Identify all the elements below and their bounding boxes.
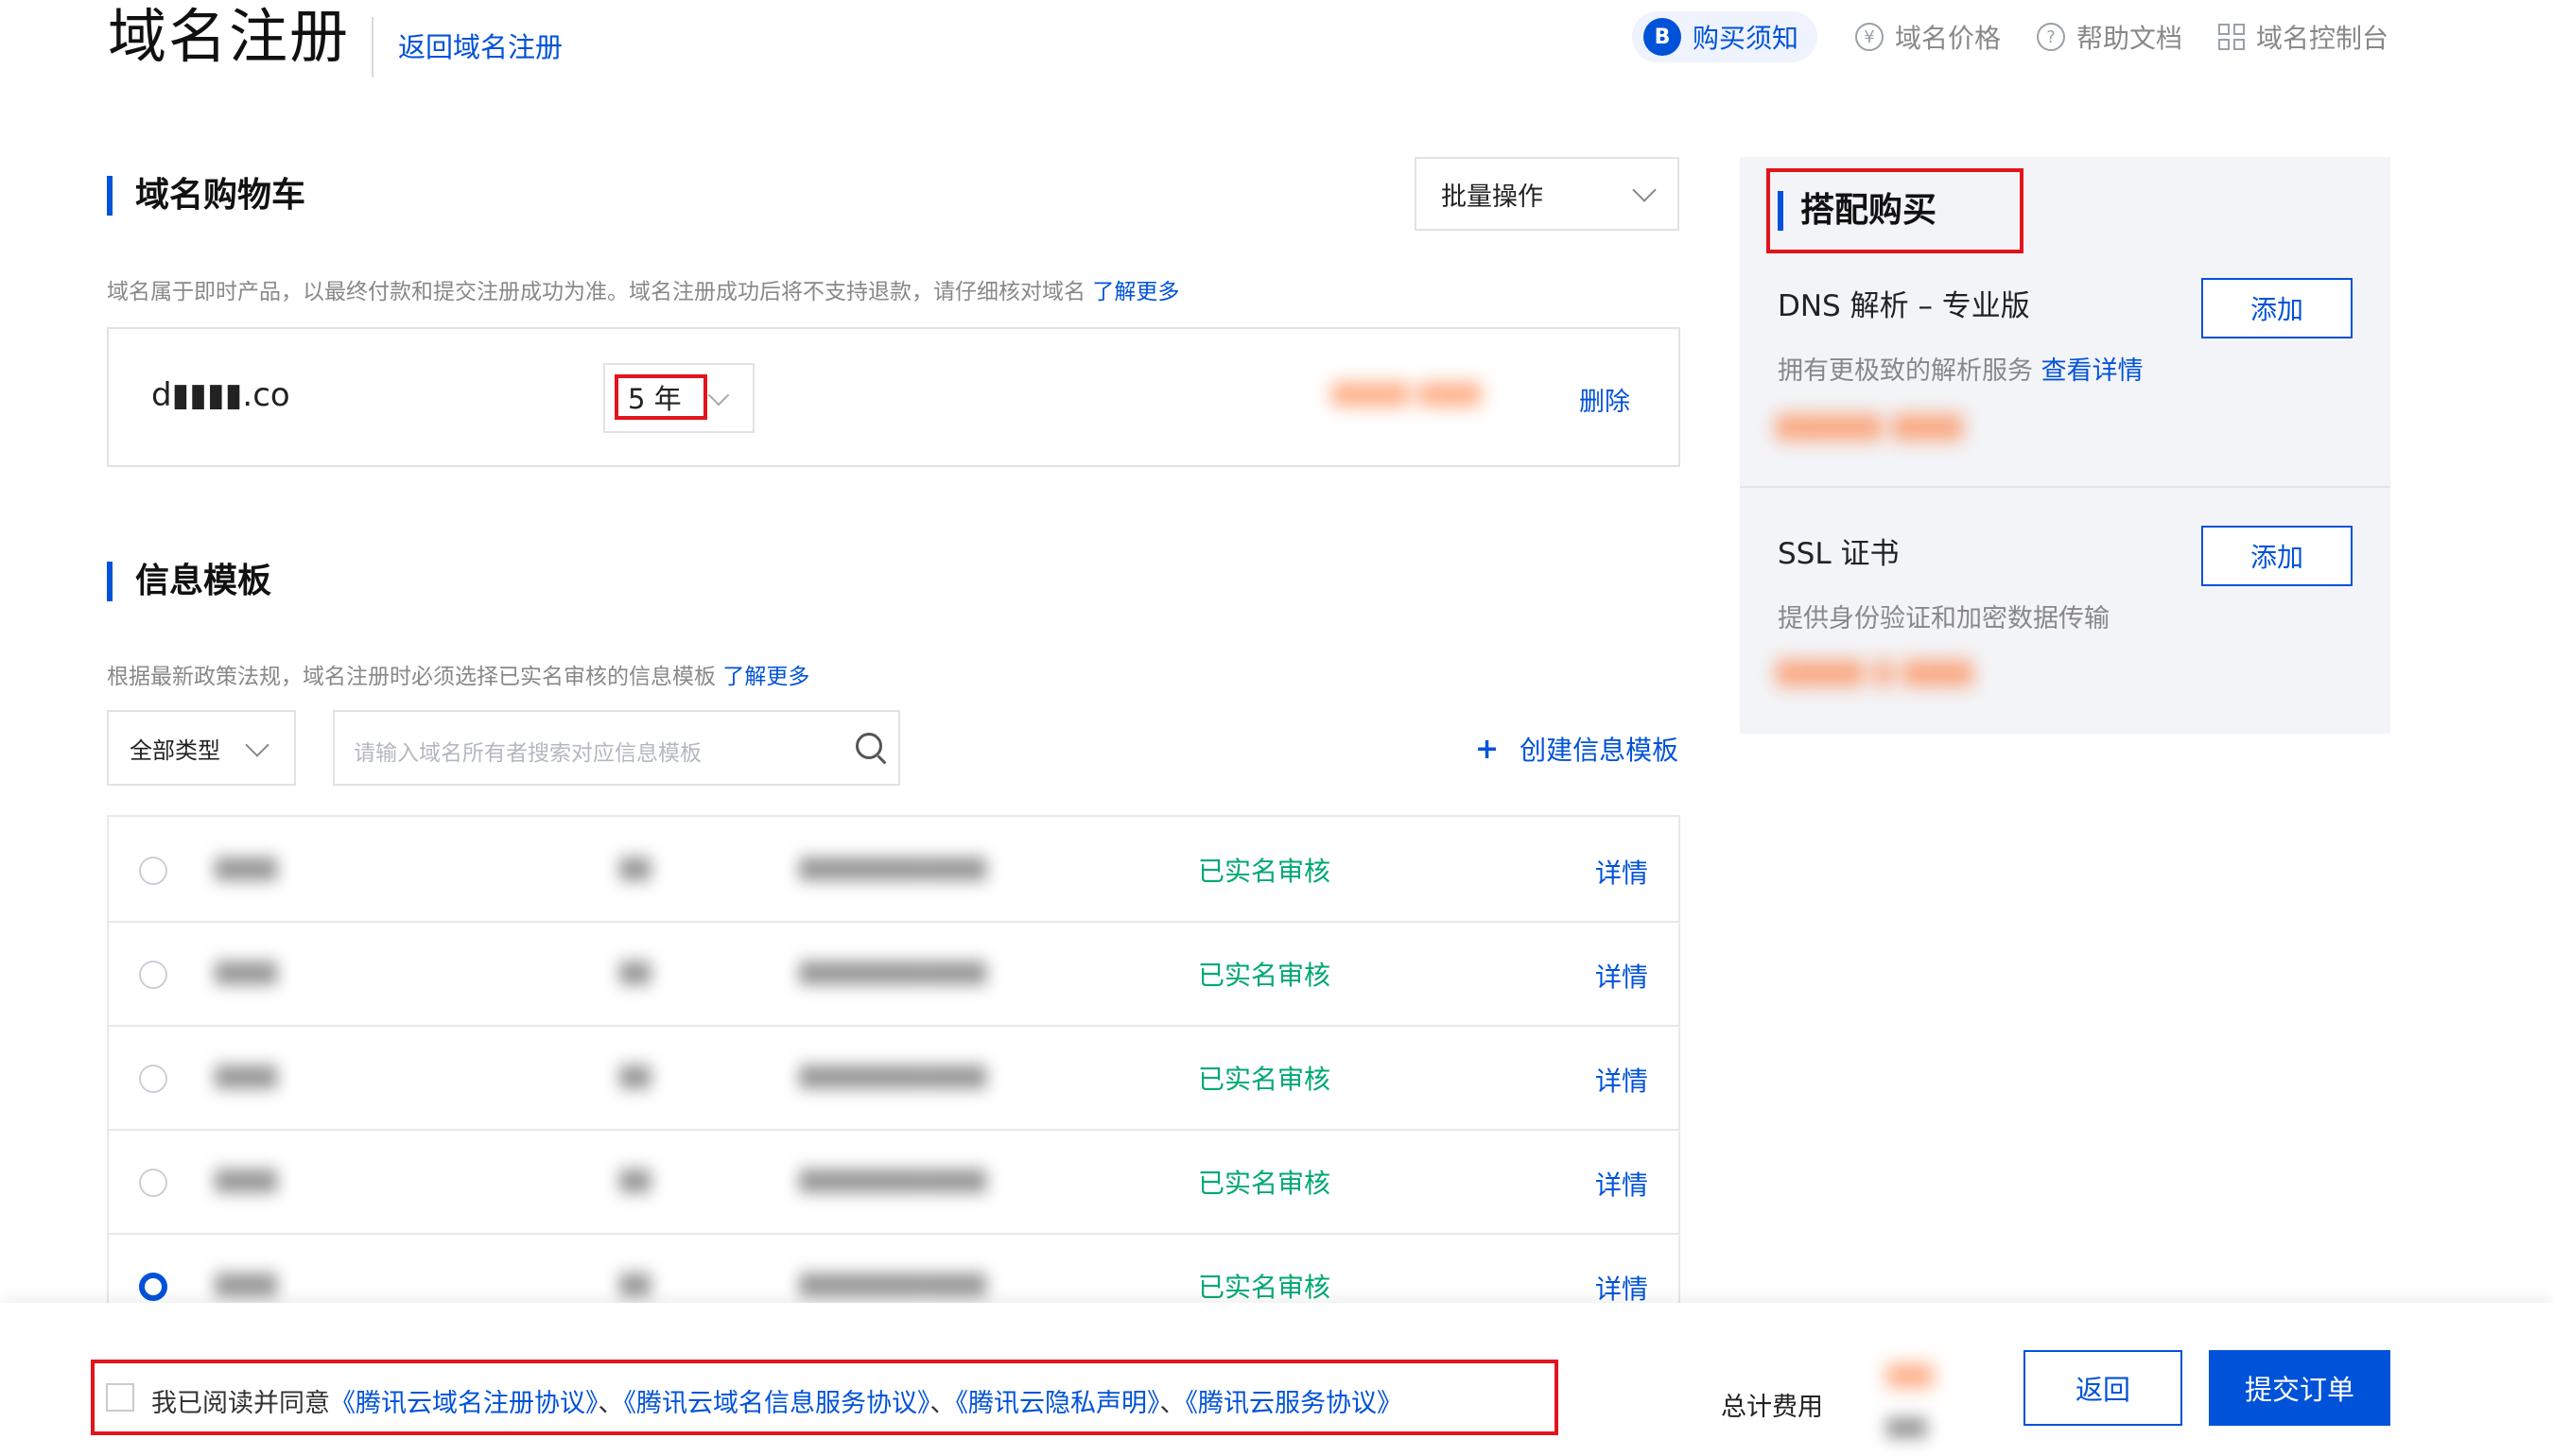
- cart-learn-more-link[interactable]: 了解更多: [1092, 280, 1179, 304]
- table-row[interactable]: ▮▮▮▮ ▮▮ ▮▮▮▮▮▮▮▮▮▮▮▮ 已实名审核 详情: [109, 1025, 1678, 1131]
- yuan-icon: ¥: [1855, 23, 1884, 51]
- table-row[interactable]: ▮▮▮▮ ▮▮ ▮▮▮▮▮▮▮▮▮▮▮▮ 已实名审核 详情: [109, 921, 1678, 1027]
- batch-operation-label: 批量操作: [1441, 182, 1543, 212]
- template-notice: 根据最新政策法规，域名注册时必须选择已实名审核的信息模板 了解更多: [107, 658, 809, 690]
- row-owner-name: ▮▮▮▮: [215, 1163, 278, 1196]
- agreement-link-privacy[interactable]: 《腾讯云隐私声明》: [956, 1389, 1160, 1418]
- return-button[interactable]: 返回: [2023, 1350, 2182, 1426]
- row-detail-link[interactable]: 详情: [1595, 957, 1648, 995]
- total-cost-subvalue: ▮▮▮: [1886, 1413, 1927, 1441]
- dns-product-desc-text: 拥有更极致的解析服务: [1778, 356, 2033, 386]
- template-table: ▮▮▮▮ ▮▮ ▮▮▮▮▮▮▮▮▮▮▮▮ 已实名审核 详情 ▮▮▮▮ ▮▮ ▮▮…: [107, 815, 1680, 1307]
- row-detail-link[interactable]: 详情: [1595, 1269, 1648, 1307]
- cart-section-title: 域名购物车: [107, 176, 305, 216]
- table-row[interactable]: ▮▮▮▮ ▮▮ ▮▮▮▮▮▮▮▮▮▮▮▮ 已实名审核 详情: [109, 1129, 1678, 1235]
- delete-button[interactable]: 删除: [1579, 381, 1630, 418]
- cart-notice: 域名属于即时产品，以最终付款和提交注册成功为准。域名注册成功后将不支持退款，请仔…: [107, 273, 1179, 305]
- row-detail-link[interactable]: 详情: [1595, 853, 1648, 891]
- row-email: ▮▮▮▮▮▮▮▮▮▮▮▮: [799, 1267, 987, 1300]
- template-search-placeholder: 请输入域名所有者搜索对应信息模板: [354, 741, 702, 766]
- row-status: 已实名审核: [1198, 960, 1331, 991]
- grid-icon: [2218, 24, 2245, 50]
- chevron-down-icon: [245, 733, 269, 757]
- row-detail-link[interactable]: 详情: [1595, 1165, 1648, 1203]
- back-to-registration-link[interactable]: 返回域名注册: [372, 17, 563, 78]
- total-cost-label: 总计费用: [1721, 1393, 1823, 1422]
- row-email: ▮▮▮▮▮▮▮▮▮▮▮▮: [799, 955, 987, 988]
- nav-purchase-notice[interactable]: B 购买须知: [1632, 11, 1817, 62]
- row-owner-type: ▮▮: [619, 1163, 651, 1196]
- agreement-prefix: 我已阅读并同意: [151, 1389, 330, 1418]
- nav-domain-price[interactable]: ¥ 域名价格: [1855, 11, 2001, 62]
- help-icon: ?: [2037, 23, 2065, 51]
- nav-help-docs-label: 帮助文档: [2076, 23, 2183, 54]
- row-owner-type: ▮▮: [619, 1059, 651, 1092]
- table-row[interactable]: ▮▮▮▮ ▮▮ ▮▮▮▮▮▮▮▮▮▮▮▮ 已实名审核 详情: [109, 817, 1678, 923]
- row-owner-name: ▮▮▮▮: [215, 1059, 278, 1092]
- type-filter-label: 全部类型: [130, 737, 220, 764]
- row-radio[interactable]: [139, 961, 167, 989]
- row-owner-name: ▮▮▮▮: [215, 1267, 278, 1300]
- bundle-divider: [1740, 486, 2390, 488]
- row-radio[interactable]: [139, 1065, 167, 1093]
- agreement-separator: 、: [1159, 1389, 1186, 1418]
- create-template-button[interactable]: + 创建信息模板: [1475, 730, 1678, 768]
- page-title: 域名注册: [108, 2, 351, 71]
- chevron-down-icon: [1632, 178, 1657, 202]
- row-radio-selected[interactable]: [139, 1273, 167, 1301]
- row-owner-name: ▮▮▮▮: [215, 851, 278, 884]
- bundle-title: 搭配购买: [1778, 191, 1936, 231]
- nav-domain-console-label: 域名控制台: [2256, 23, 2389, 54]
- create-template-label: 创建信息模板: [1520, 735, 1679, 766]
- agreement-checkbox[interactable]: [106, 1383, 134, 1412]
- ssl-product-price: ▮▮▮▮▮ ▮ ▮▮▮▮: [1776, 652, 1973, 690]
- row-status: 已实名审核: [1198, 1064, 1331, 1095]
- cart-item-price: ▮▮▮▮▮ ▮▮▮▮: [1331, 376, 1482, 409]
- row-radio[interactable]: [139, 857, 167, 885]
- batch-operation-select[interactable]: 批量操作: [1415, 157, 1679, 231]
- agreement-separator: 、: [598, 1389, 624, 1418]
- ssl-product-name: SSL 证书: [1778, 537, 1900, 571]
- dns-product-name: DNS 解析 – 专业版: [1778, 289, 2030, 323]
- total-cost-value: ▮▮▮: [1886, 1358, 1934, 1391]
- nav-domain-console[interactable]: 域名控制台: [2218, 11, 2388, 62]
- agreement-link-service[interactable]: 《腾讯云服务协议》: [1186, 1389, 1403, 1418]
- type-filter-select[interactable]: 全部类型: [107, 710, 296, 786]
- row-email: ▮▮▮▮▮▮▮▮▮▮▮▮: [799, 1163, 987, 1196]
- cart-domain-name: d▮▮▮▮.co: [151, 376, 290, 414]
- search-icon[interactable]: [856, 733, 882, 759]
- agreement-separator: 、: [929, 1389, 956, 1418]
- dns-view-details-link[interactable]: 查看详情: [2041, 356, 2144, 386]
- agreement-text: 我已阅读并同意《腾讯云域名注册协议》、《腾讯云域名信息服务协议》、《腾讯云隐私声…: [151, 1382, 1402, 1419]
- nav-help-docs[interactable]: ? 帮助文档: [2037, 11, 2182, 62]
- nav-purchase-notice-label: 购买须知: [1693, 23, 1799, 54]
- row-status: 已实名审核: [1198, 1272, 1331, 1303]
- template-notice-text: 根据最新政策法规，域名注册时必须选择已实名审核的信息模板: [107, 665, 716, 689]
- row-detail-link[interactable]: 详情: [1595, 1061, 1648, 1099]
- row-owner-type: ▮▮: [619, 1267, 651, 1300]
- year-select-value[interactable]: 5 年: [615, 374, 707, 420]
- dns-product-price: ▮▮▮▮▮▮ ▮▮▮▮: [1776, 407, 1963, 444]
- plus-icon: +: [1475, 732, 1500, 766]
- row-email: ▮▮▮▮▮▮▮▮▮▮▮▮: [799, 851, 987, 884]
- notice-icon: B: [1643, 18, 1681, 56]
- ssl-product-desc: 提供身份验证和加密数据传输: [1778, 604, 2110, 633]
- add-dns-button[interactable]: 添加: [2201, 278, 2353, 338]
- add-ssl-button[interactable]: 添加: [2201, 526, 2353, 586]
- row-owner-type: ▮▮: [619, 955, 651, 988]
- template-learn-more-link[interactable]: 了解更多: [722, 665, 809, 689]
- nav-domain-price-label: 域名价格: [1895, 23, 2002, 54]
- row-owner-name: ▮▮▮▮: [215, 955, 278, 988]
- row-email: ▮▮▮▮▮▮▮▮▮▮▮▮: [799, 1059, 987, 1092]
- agreement-link-info-service[interactable]: 《腾讯云域名信息服务协议》: [624, 1389, 930, 1418]
- template-section-title: 信息模板: [107, 562, 271, 601]
- dns-product-desc: 拥有更极致的解析服务 查看详情: [1778, 350, 2144, 387]
- row-owner-type: ▮▮: [619, 851, 651, 884]
- row-radio[interactable]: [139, 1169, 167, 1197]
- submit-order-button[interactable]: 提交订单: [2209, 1350, 2390, 1426]
- agreement-link-registration[interactable]: 《腾讯云域名注册协议》: [330, 1389, 599, 1418]
- row-status: 已实名审核: [1198, 1168, 1331, 1199]
- row-status: 已实名审核: [1198, 856, 1331, 887]
- cart-notice-text: 域名属于即时产品，以最终付款和提交注册成功为准。域名注册成功后将不支持退款，请仔…: [107, 280, 1085, 304]
